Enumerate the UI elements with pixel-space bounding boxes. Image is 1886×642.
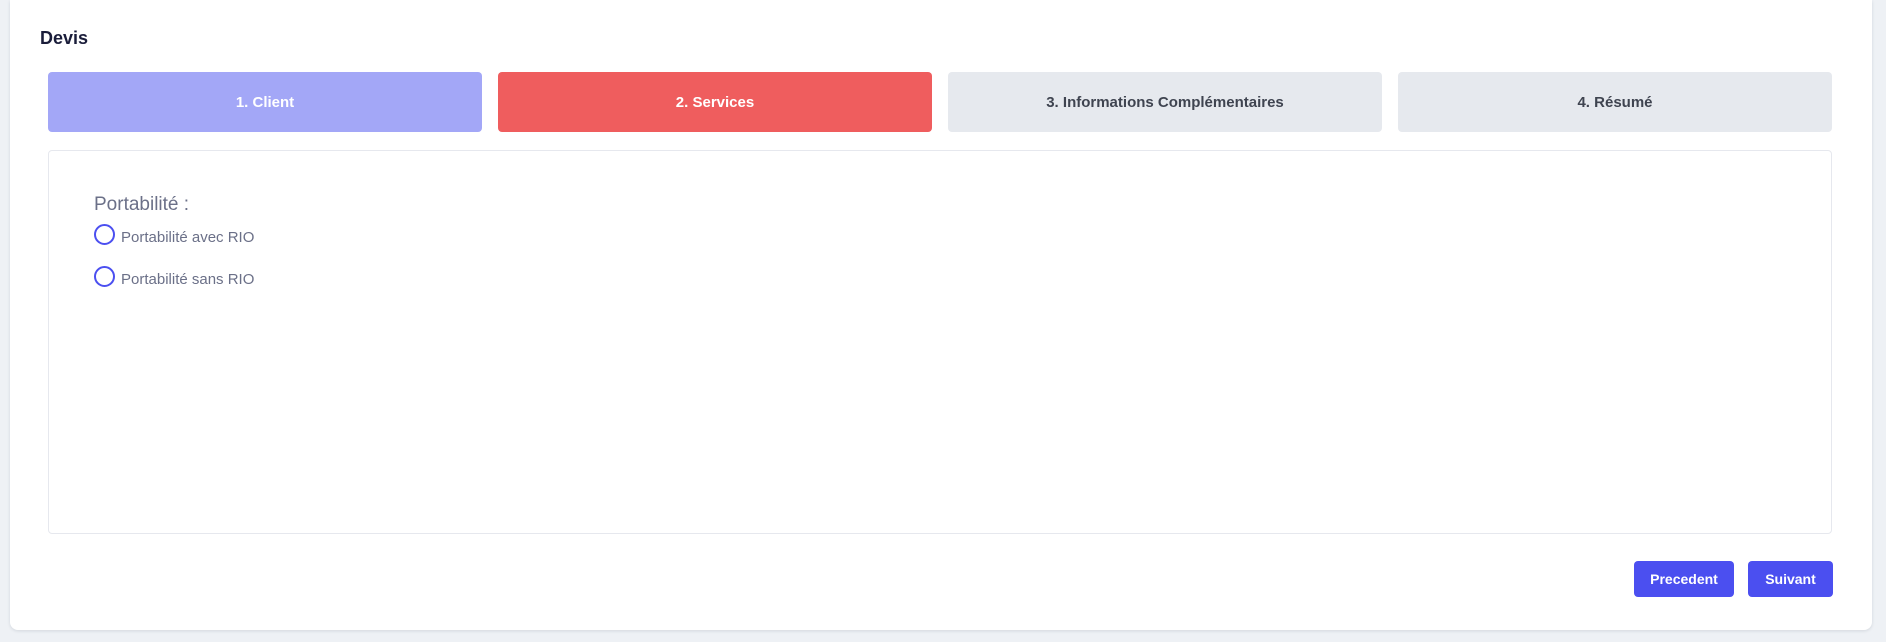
quote-card: Devis 1. Client 2. Services 3. Informati…: [10, 0, 1872, 630]
portability-with-rio-label: Portabilité avec RIO: [121, 229, 255, 246]
step-additional-information[interactable]: 3. Informations Complémentaires: [948, 72, 1382, 132]
step-services[interactable]: 2. Services: [498, 72, 932, 132]
step-summary[interactable]: 4. Résumé: [1398, 72, 1832, 132]
portability-without-rio-label: Portabilité sans RIO: [121, 271, 255, 288]
services-panel: Portabilité : Portabilité avec RIO Porta…: [48, 150, 1832, 534]
wizard-steps: 1. Client 2. Services 3. Informations Co…: [48, 72, 1832, 132]
portability-without-rio-option[interactable]: Portabilité sans RIO: [94, 266, 255, 288]
previous-button[interactable]: Precedent: [1634, 561, 1734, 597]
portability-with-rio-option[interactable]: Portabilité avec RIO: [94, 224, 255, 246]
portability-with-rio-radio[interactable]: [94, 224, 115, 245]
step-additional-information-label: 3. Informations Complémentaires: [1046, 93, 1284, 111]
next-button[interactable]: Suivant: [1748, 561, 1833, 597]
portability-without-rio-radio[interactable]: [94, 266, 115, 287]
step-summary-label: 4. Résumé: [1577, 93, 1653, 111]
page-title: Devis: [40, 28, 89, 48]
step-client-label: 1. Client: [235, 93, 295, 111]
portability-label: Portabilité :: [94, 194, 190, 215]
step-services-label: 2. Services: [675, 93, 755, 111]
step-client[interactable]: 1. Client: [48, 72, 482, 132]
